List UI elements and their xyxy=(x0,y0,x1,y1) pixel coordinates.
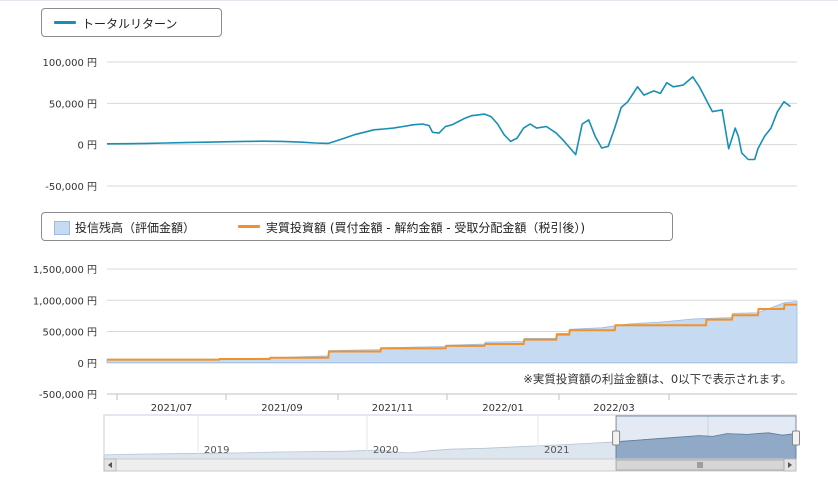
navigator-handle-right[interactable] xyxy=(792,430,800,446)
navigator-handle-left[interactable] xyxy=(612,430,621,446)
legend-return-swatch xyxy=(54,21,76,24)
total-return-chart: 100,000 円 50,000 円 0 円 -50,000 円 xyxy=(42,58,797,193)
top-y-tick-label: -50,000 円 xyxy=(45,182,97,193)
bottom-y-tick-label: 1,000,000 円 xyxy=(33,296,97,307)
series-line-total-return xyxy=(106,76,791,161)
bottom-y-tick-label: 0 円 xyxy=(77,359,97,370)
legend-return-label[interactable]: トータルリターン xyxy=(82,15,177,32)
navigator-x-tick-label: 2019 xyxy=(204,445,229,456)
top-rule xyxy=(0,0,838,1)
navigator[interactable]: 2019202020212022 xyxy=(0,414,838,474)
bottom-x-tick-label: 2022/03 xyxy=(593,403,635,414)
legend-bottom: 投信残高（評価金額） 実質投資額 (買付金額 - 解約金額 - 受取分配金額（税… xyxy=(41,212,673,241)
series-area-balance xyxy=(106,301,798,364)
top-y-tick-label: 50,000 円 xyxy=(49,99,97,110)
bottom-y-tick-label: 500,000 円 xyxy=(42,328,97,339)
legend-balance-swatch xyxy=(54,221,70,235)
legend-investment-label[interactable]: 実質投資額 (買付金額 - 解約金額 - 受取分配金額（税引後）) xyxy=(266,219,585,236)
bottom-x-tick-label: 2021/07 xyxy=(151,403,193,414)
legend-balance-label[interactable]: 投信残高（評価金額） xyxy=(75,219,195,236)
navigator-x-tick-label: 2020 xyxy=(373,445,398,456)
bottom-y-tick-label: 1,500,000 円 xyxy=(33,265,97,276)
legend-investment-swatch xyxy=(238,225,260,228)
bottom-x-tick-label: 2022/01 xyxy=(482,403,524,414)
bottom-x-tick-label: 2021/11 xyxy=(372,403,414,414)
navigator-x-tick-label: 2021 xyxy=(544,445,569,456)
balance-investment-chart: 1,500,000 円 1,000,000 円 500,000 円 0 円 -500,0… xyxy=(33,265,798,414)
note-text: ※実質投資額の利益金額は、0以下で表示されます。 xyxy=(523,372,792,386)
top-y-tick-label: 0 円 xyxy=(77,141,97,152)
bottom-x-tick-label: 2021/09 xyxy=(261,403,303,414)
top-y-tick-label: 100,000 円 xyxy=(42,58,97,69)
bottom-y-tick-label: -500,000 円 xyxy=(39,390,97,401)
legend-top: トータルリターン xyxy=(41,8,222,37)
